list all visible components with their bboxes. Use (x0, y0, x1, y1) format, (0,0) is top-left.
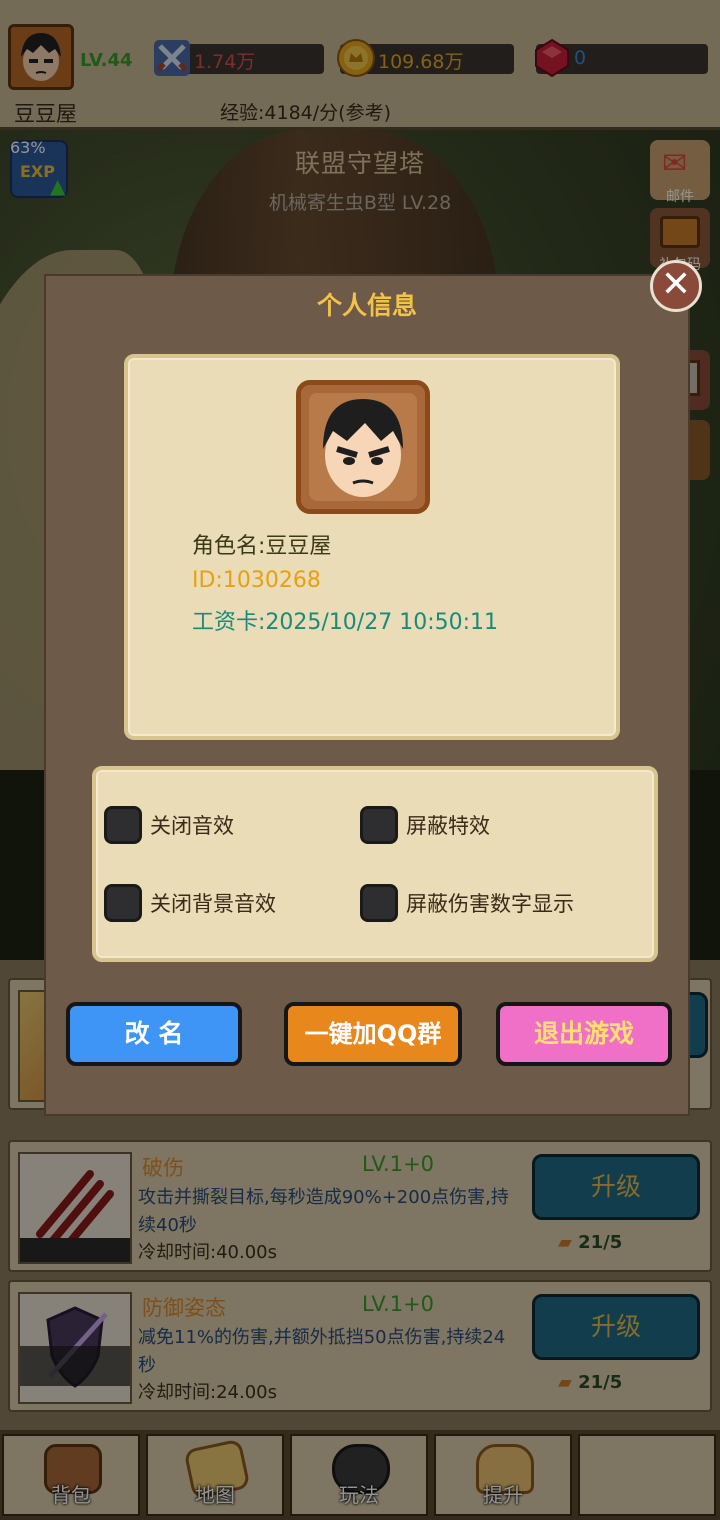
role-name: 角色名:豆豆屋 (192, 534, 332, 559)
exit-game-button[interactable]: 退出游戏 (496, 1002, 672, 1066)
hide-effects-checkbox[interactable] (360, 806, 398, 844)
option-hide-effects[interactable]: 屏蔽特效 (360, 806, 490, 844)
close-icon[interactable]: ✕ (650, 260, 702, 312)
join-qq-group-button[interactable]: 一键加QQ群 (284, 1002, 462, 1066)
hide-effects-label: 屏蔽特效 (406, 814, 490, 838)
profile-info-card: 角色名:豆豆屋 ID:1030268 工资卡:2025/10/27 10:50:… (124, 354, 620, 740)
mute-sfx-label: 关闭音效 (150, 814, 234, 838)
profile-dialog: 个人信息 角色名:豆豆屋 ID:1030268 工资卡:2025/10/27 1… (44, 274, 690, 1116)
player-id: ID:1030268 (192, 568, 321, 593)
mute-bgm-checkbox[interactable] (104, 884, 142, 922)
settings-card: 关闭音效 屏蔽特效 关闭背景音效 屏蔽伤害数字显示 (92, 766, 658, 962)
profile-avatar (296, 380, 430, 514)
dialog-title: 个人信息 (316, 291, 417, 320)
hide-damage-checkbox[interactable] (360, 884, 398, 922)
option-mute-bgm[interactable]: 关闭背景音效 (104, 884, 276, 922)
salary-card: 工资卡:2025/10/27 10:50:11 (192, 610, 499, 635)
rename-button[interactable]: 改 名 (66, 1002, 242, 1066)
mute-bgm-label: 关闭背景音效 (150, 892, 276, 916)
hide-damage-label: 屏蔽伤害数字显示 (406, 892, 574, 916)
option-hide-damage-numbers[interactable]: 屏蔽伤害数字显示 (360, 884, 574, 922)
option-mute-sfx[interactable]: 关闭音效 (104, 806, 234, 844)
mute-sfx-checkbox[interactable] (104, 806, 142, 844)
hero-face-icon (301, 385, 425, 509)
